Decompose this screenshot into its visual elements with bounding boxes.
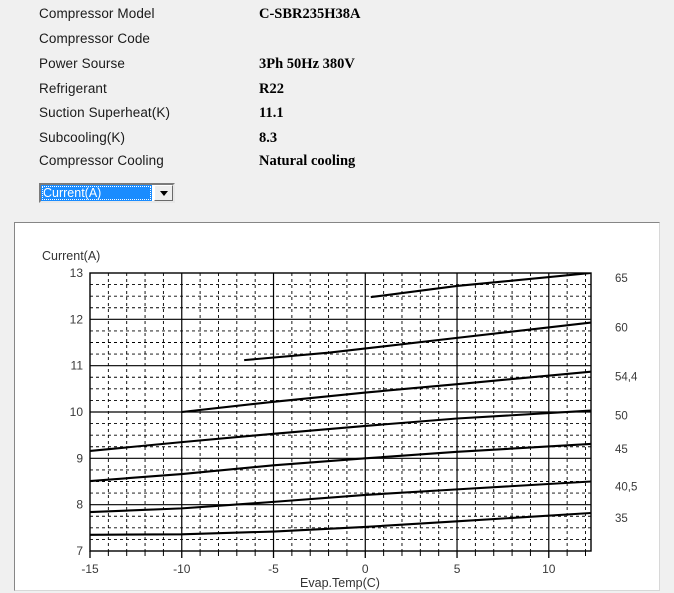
series-select-value[interactable]: Current(A): [41, 185, 152, 201]
curve-54,4: [181, 370, 591, 414]
curve-65: [370, 273, 591, 299]
info-row: Compressor Model C-SBR235H38A: [0, 6, 674, 31]
series-select-dropdown[interactable]: Current(A): [39, 183, 175, 203]
y-tick-label: 8: [76, 498, 83, 512]
info-value-suction-superheat: 11.1: [259, 105, 284, 121]
info-label-suction-superheat: Suction Superheat(K): [39, 105, 171, 120]
curve-40,5: [90, 480, 591, 514]
curve-35: [90, 511, 591, 536]
legend-label-45: 45: [615, 444, 628, 456]
info-label-refrigerant: Refrigerant: [39, 81, 107, 96]
info-value-refrigerant: R22: [259, 81, 284, 97]
performance-chart: Current(A) 7 8 9 10 11 12 13 -15 -10 -5 0 5 10 65 60…: [42, 249, 638, 590]
chart-panel: Current(A) 7 8 9 10 11 12 13 -15 -10 -5 0 5 10 65 60…: [14, 222, 660, 591]
chevron-down-icon[interactable]: [154, 185, 173, 201]
legend-label-65: 65: [615, 273, 628, 285]
info-row: Subcooling(K) 8.3: [0, 130, 674, 155]
info-value-power-sourse: 3Ph 50Hz 380V: [259, 56, 355, 72]
x-axis-title: Evap.Temp(C): [300, 576, 380, 590]
axis-ticks: [89, 551, 586, 558]
info-row: Compressor Cooling Natural cooling: [0, 153, 674, 178]
info-row: Compressor Code: [0, 31, 674, 56]
y-tick-label: 12: [70, 312, 84, 326]
info-row: Power Sourse 3Ph 50Hz 380V: [0, 56, 674, 81]
curve-50: [90, 409, 591, 452]
y-tick-label: 11: [71, 359, 84, 373]
data-curves: [90, 273, 591, 536]
x-tick-label: 10: [542, 562, 556, 576]
y-axis-title: Current(A): [42, 249, 100, 263]
legend-label-35: 35: [615, 513, 628, 525]
x-tick-label: -15: [81, 562, 99, 576]
y-axis-tick-labels: 7 8 9 10 11 12 13: [70, 266, 84, 558]
info-label-power-sourse: Power Sourse: [39, 56, 125, 71]
y-tick-label: 7: [76, 544, 83, 558]
compressor-info-panel: Compressor Model C-SBR235H38A Compressor…: [0, 0, 674, 213]
x-axis-tick-labels: -15 -10 -5 0 5 10: [81, 562, 555, 576]
info-value-compressor-cooling: Natural cooling: [259, 153, 356, 169]
x-tick-label: -5: [268, 562, 279, 576]
curve-45: [90, 442, 591, 483]
info-label-subcooling: Subcooling(K): [39, 130, 126, 145]
legend-label-60: 60: [615, 323, 628, 335]
y-tick-label: 13: [70, 266, 84, 280]
info-label-compressor-code: Compressor Code: [39, 31, 151, 46]
info-label-compressor-model: Compressor Model: [39, 6, 155, 21]
info-row: Refrigerant R22: [0, 81, 674, 106]
y-tick-label: 10: [70, 405, 84, 419]
info-value-compressor-model: C-SBR235H38A: [259, 6, 361, 22]
x-tick-label: 5: [454, 562, 461, 576]
legend-label-50: 50: [615, 411, 628, 423]
chevron-down-glyph: [159, 190, 168, 196]
y-tick-label: 9: [76, 451, 83, 465]
info-label-compressor-cooling: Compressor Cooling: [39, 153, 164, 168]
chart-legend: 65 60 54,4 50 45 40,5 35: [615, 273, 638, 525]
x-tick-label: 0: [362, 562, 369, 576]
x-tick-label: -10: [173, 562, 191, 576]
legend-label-54,4: 54,4: [615, 372, 638, 384]
info-value-subcooling: 8.3: [259, 130, 278, 146]
legend-label-40,5: 40,5: [615, 482, 637, 494]
info-row: Suction Superheat(K) 11.1: [0, 105, 674, 130]
